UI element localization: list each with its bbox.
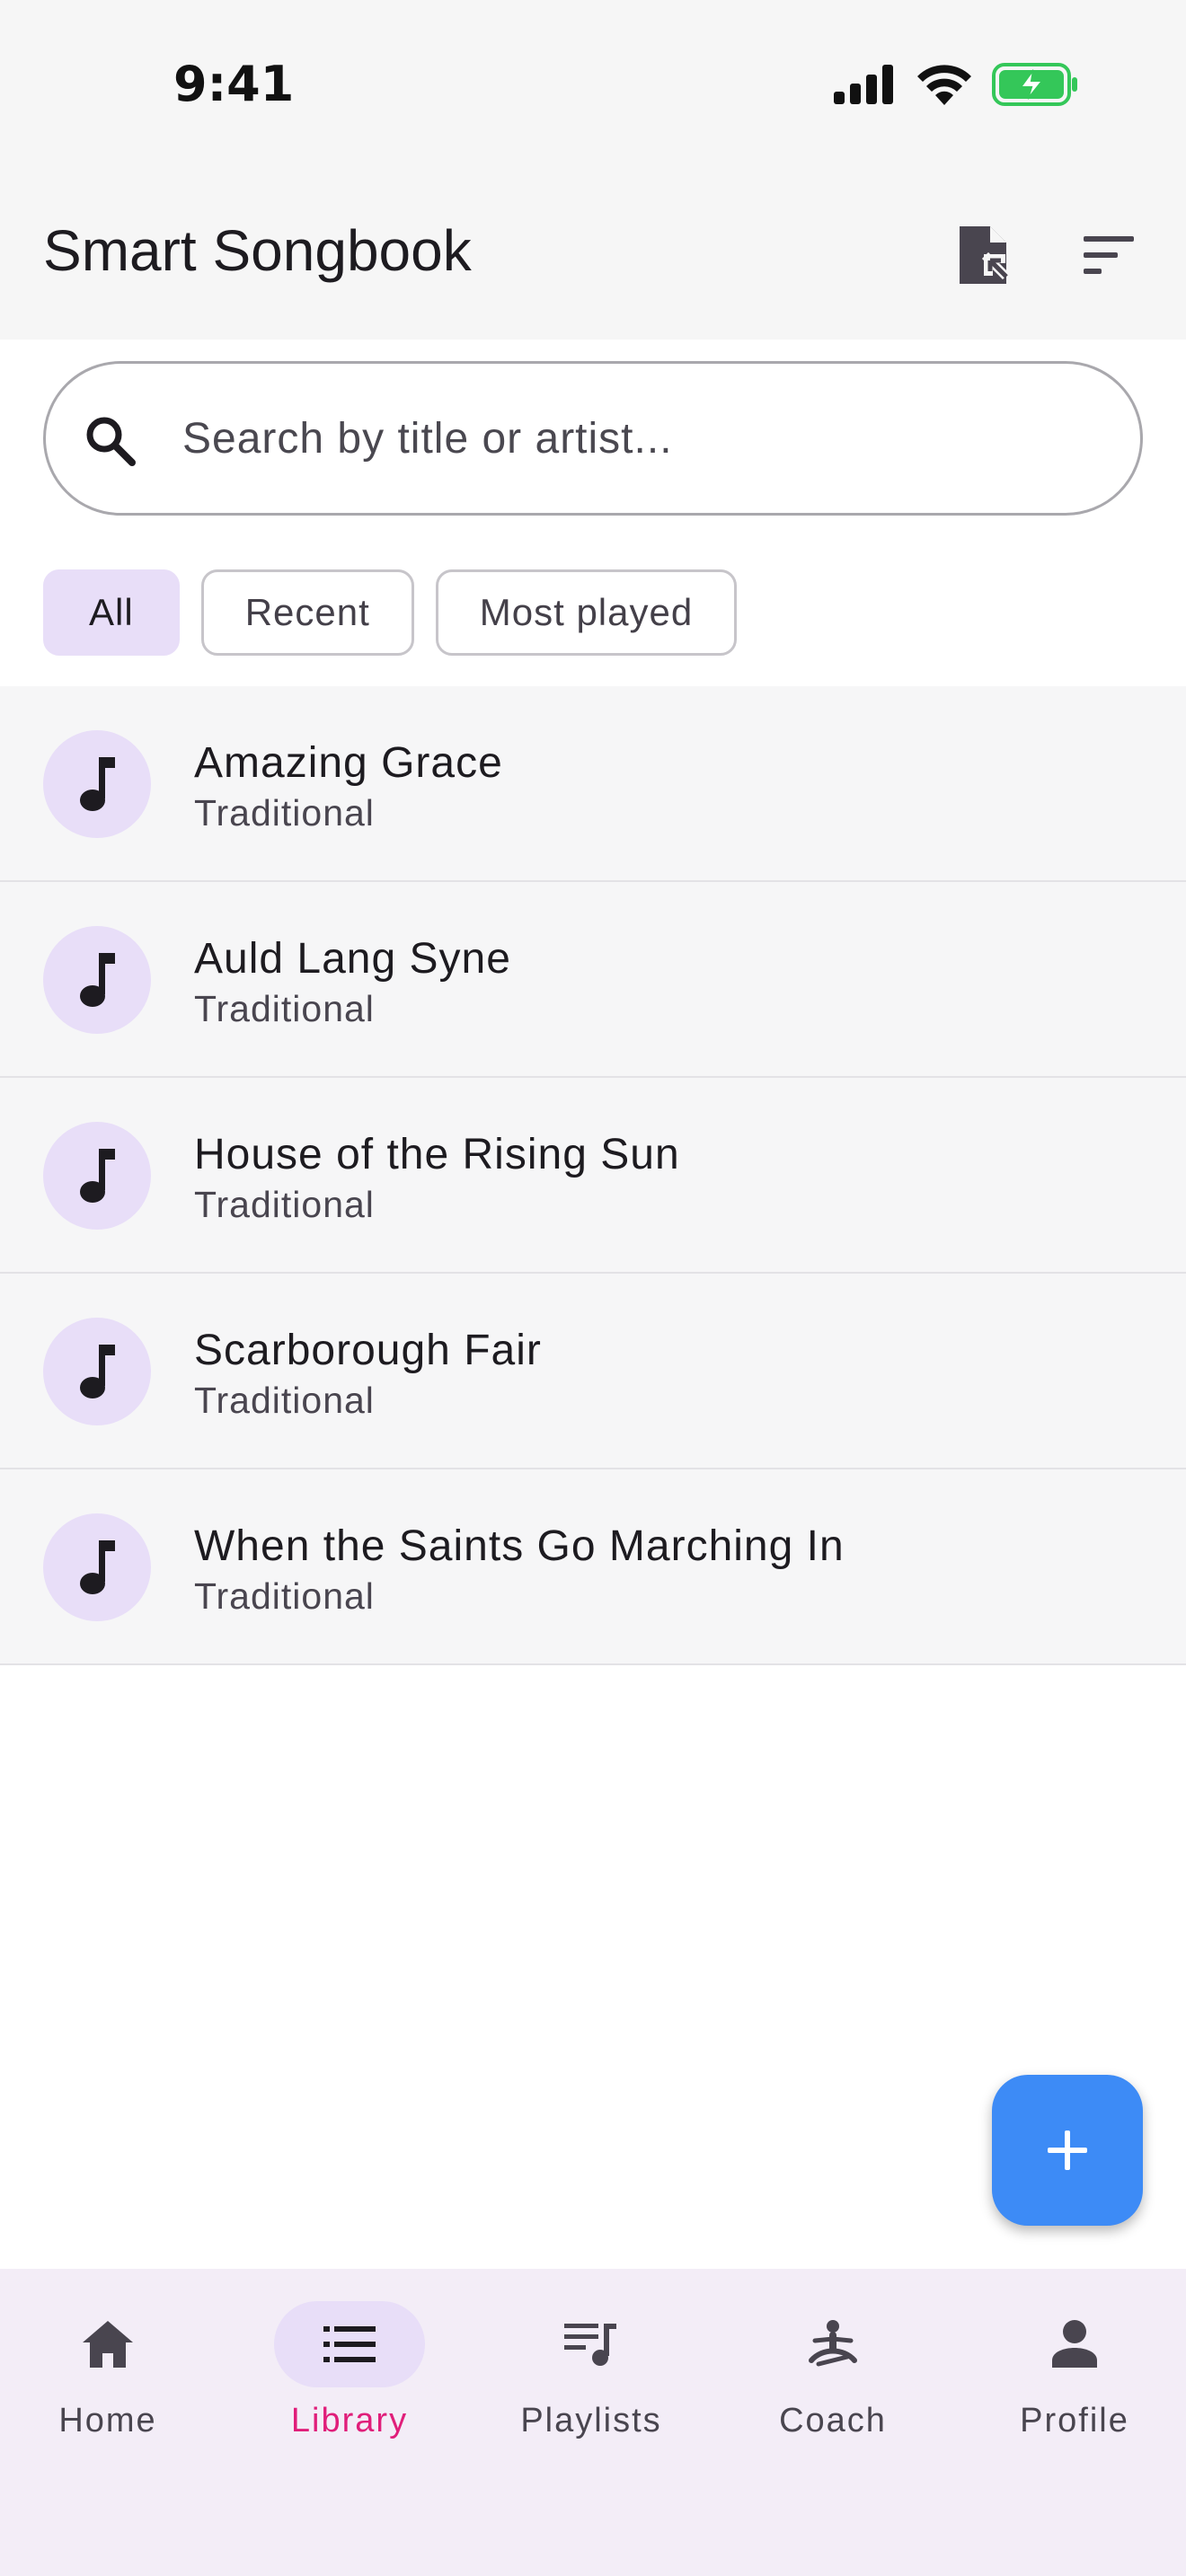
list-icon <box>323 2326 376 2362</box>
nav-pill <box>32 2301 183 2387</box>
nav-item-coach[interactable]: Coach <box>734 2301 932 2463</box>
music-note-icon <box>80 1149 115 1203</box>
song-title: House of the Rising Sun <box>194 1131 680 1178</box>
music-note-icon <box>80 1345 115 1398</box>
song-title: Scarborough Fair <box>194 1327 542 1374</box>
filter-chip-most-played[interactable]: Most played <box>435 569 738 656</box>
nav-item-home[interactable]: Home <box>9 2301 207 2463</box>
status-bar: 9:41 <box>0 0 1186 171</box>
app-bar: Smart Songbook <box>0 171 1186 340</box>
add-icon <box>1048 2130 1087 2170</box>
nav-label: Profile <box>1020 2402 1129 2439</box>
music-note-icon <box>80 953 115 1007</box>
nav-label: Home <box>58 2402 157 2439</box>
song-artist: Traditional <box>194 792 375 834</box>
search-icon <box>82 412 139 470</box>
song-list: Amazing Grace Traditional Auld Lang Syne… <box>0 686 1186 1665</box>
song-list-item[interactable]: Amazing Grace Traditional <box>0 686 1186 882</box>
signal-icon <box>834 65 893 104</box>
nav-item-profile[interactable]: Profile <box>976 2301 1173 2463</box>
song-list-item[interactable]: Auld Lang Syne Traditional <box>0 882 1186 1078</box>
import-file-icon <box>960 226 1010 284</box>
music-note-icon <box>80 757 115 811</box>
song-artist: Traditional <box>194 1184 375 1225</box>
nav-label: Library <box>290 2402 409 2439</box>
person-icon <box>1052 2320 1097 2368</box>
song-artist: Traditional <box>194 988 375 1029</box>
nav-item-library[interactable]: Library <box>251 2301 448 2463</box>
song-title: Auld Lang Syne <box>194 935 511 983</box>
add-song-button[interactable] <box>992 2075 1143 2226</box>
coach-icon <box>809 2320 857 2367</box>
search-bar[interactable] <box>43 361 1143 516</box>
status-icons <box>834 63 1078 106</box>
bottom-nav: Home Library Playlists Coach Profile <box>0 2269 1186 2576</box>
home-icon <box>83 2321 133 2368</box>
search-input[interactable] <box>182 364 1099 513</box>
nav-item-playlists[interactable]: Playlists <box>492 2301 690 2463</box>
sort-button[interactable] <box>1071 217 1146 293</box>
nav-label: Coach <box>779 2402 887 2439</box>
import-file-button[interactable] <box>947 217 1022 293</box>
filter-chip-all[interactable]: All <box>43 569 180 656</box>
sort-icon <box>1084 236 1134 274</box>
song-avatar <box>43 730 151 838</box>
playlist-icon <box>564 2324 616 2366</box>
song-title: When the Saints Go Marching In <box>194 1522 845 1570</box>
nav-pill <box>999 2301 1150 2387</box>
music-note-icon <box>80 1540 115 1594</box>
nav-pill <box>516 2301 667 2387</box>
song-title: Amazing Grace <box>194 739 503 787</box>
song-avatar <box>43 1513 151 1621</box>
status-time: 9:41 <box>173 56 295 112</box>
song-list-item[interactable]: Scarborough Fair Traditional <box>0 1274 1186 1469</box>
nav-label: Playlists <box>520 2402 662 2439</box>
song-list-item[interactable]: When the Saints Go Marching In Tradition… <box>0 1469 1186 1665</box>
filter-chip-recent[interactable]: Recent <box>200 569 414 656</box>
song-artist: Traditional <box>194 1380 375 1421</box>
song-artist: Traditional <box>194 1575 375 1617</box>
page-title: Smart Songbook <box>43 218 472 283</box>
wifi-icon <box>917 65 971 105</box>
song-avatar <box>43 926 151 1034</box>
nav-pill <box>274 2301 425 2387</box>
filter-chips: All Recent Most played <box>43 569 738 656</box>
song-avatar <box>43 1122 151 1230</box>
song-avatar <box>43 1318 151 1425</box>
nav-pill <box>757 2301 908 2387</box>
song-list-item[interactable]: House of the Rising Sun Traditional <box>0 1078 1186 1274</box>
battery-charging-icon <box>992 63 1077 106</box>
